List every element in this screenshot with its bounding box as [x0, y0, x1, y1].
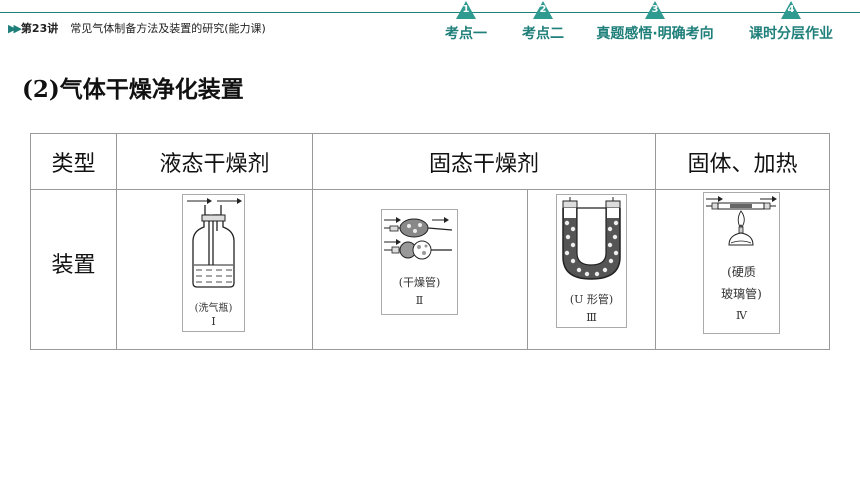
label-roman-2: Ⅱ — [415, 294, 424, 307]
nav-item-1[interactable]: 1 考点一 — [440, 0, 492, 44]
header-type: 类型 — [51, 151, 96, 177]
nav-badge-1: 1 — [456, 1, 476, 19]
label-roman-4: Ⅳ — [736, 309, 747, 322]
apparatus-gas-washing-bottle: (洗气瓶) I — [182, 194, 245, 332]
nav-label-4: 课时分层作业 — [749, 26, 833, 42]
nav-label-2: 考点二 — [522, 26, 564, 42]
nav-item-2[interactable]: 2 考点二 — [516, 0, 570, 44]
u-tube-icon — [562, 197, 621, 280]
header-solid-heating: 固体、加热 — [687, 151, 798, 177]
caption-drying-tube: (干燥管) — [398, 276, 441, 289]
nav-label-1: 考点一 — [445, 26, 487, 42]
heated-glass-tube-icon — [706, 196, 777, 246]
nav-item-3[interactable]: 3 真题感悟·明确考向 — [582, 0, 728, 44]
apparatus-hard-glass-tube: (硬质 玻璃管) Ⅳ — [703, 192, 780, 334]
label-roman-1: I — [211, 315, 216, 328]
header-solid-desiccant: 固态干燥剂 — [428, 151, 539, 177]
section-heading: (2)气体干燥净化装置 — [22, 76, 244, 103]
apparatus-drying-tube: (干燥管) Ⅱ — [381, 209, 458, 315]
caption-hard-glass-tube-line2: 玻璃管) — [721, 287, 762, 301]
table-divider — [527, 189, 528, 349]
chapter-nav: 1 考点一 2 考点二 3 真题感悟·明确考向 4 课时分层作业 — [0, 0, 860, 44]
caption-gas-washing-bottle: (洗气瓶) — [194, 303, 233, 314]
table-divider — [31, 189, 829, 190]
apparatus-u-tube: (U 形管) Ⅲ — [556, 194, 627, 328]
row-label-apparatus: 装置 — [51, 252, 96, 278]
nav-badge-4: 4 — [781, 1, 801, 19]
drying-tube-icon — [384, 217, 453, 260]
caption-hard-glass-tube-line1: (硬质 — [727, 265, 756, 279]
drying-apparatus-table: 类型 液态干燥剂 固态干燥剂 固体、加热 装置 (洗气瓶) I (干燥管) Ⅱ … — [30, 133, 830, 350]
nav-label-3: 真题感悟·明确考向 — [596, 26, 714, 42]
gas-washing-bottle-icon — [187, 198, 242, 288]
nav-badge-2: 2 — [533, 1, 553, 19]
label-roman-3: Ⅲ — [586, 311, 597, 324]
header-liquid-desiccant: 液态干燥剂 — [159, 151, 270, 177]
caption-u-tube: (U 形管) — [569, 293, 614, 306]
nav-item-4[interactable]: 4 课时分层作业 — [738, 0, 844, 44]
nav-badge-3: 3 — [645, 1, 665, 19]
